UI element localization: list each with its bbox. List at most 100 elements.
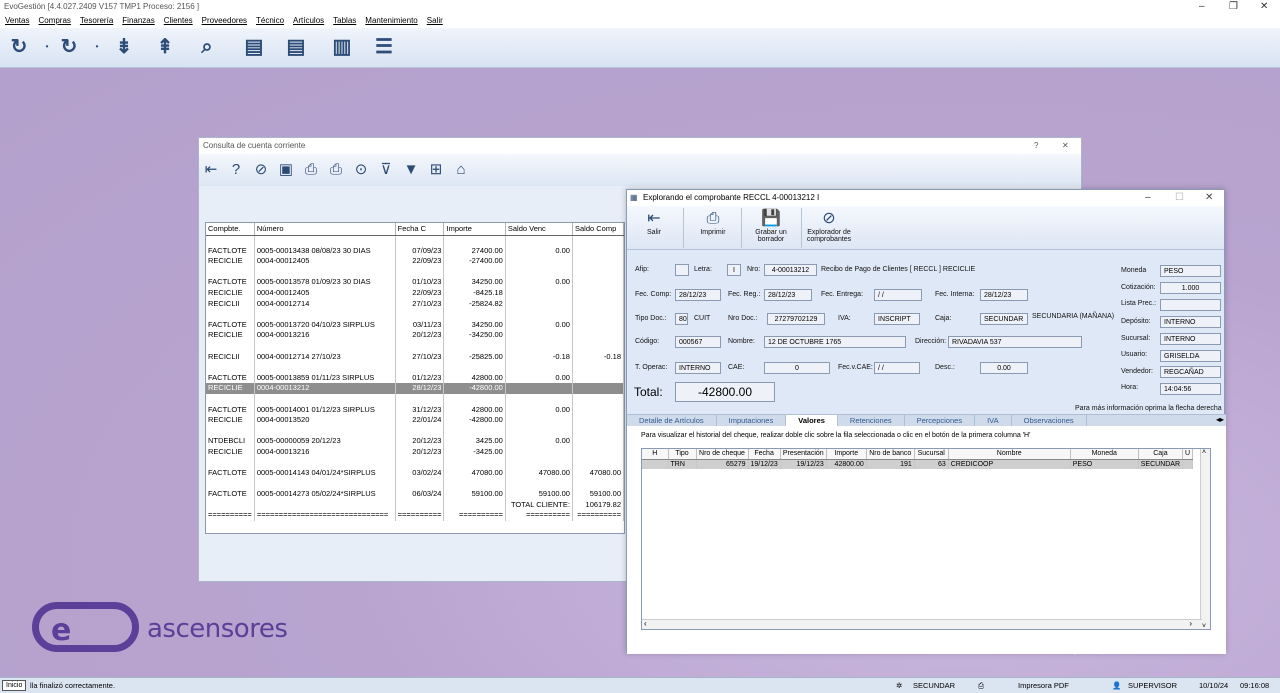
table-row[interactable] — [206, 457, 624, 469]
usuario-field[interactable]: GRISELDA — [1160, 350, 1221, 362]
caja-field[interactable]: SECUNDAR — [980, 313, 1028, 325]
start-button[interactable]: Inicio — [2, 680, 27, 691]
menu-compras[interactable]: Compras — [38, 13, 70, 28]
grid-icon[interactable]: ⊞ — [427, 161, 445, 179]
explor-minimize-icon[interactable]: – — [1145, 190, 1151, 206]
export-icon[interactable]: ⇞ — [154, 36, 176, 58]
help-icon[interactable]: ? — [1034, 138, 1038, 154]
table-row[interactable]: FACTLOTE 0005-00013438 08/08/23 30 DIAS 07… — [206, 245, 624, 257]
menu-tesoreria[interactable]: Tesorería — [80, 13, 113, 28]
valores-column-header[interactable]: Nro de banco — [866, 449, 915, 460]
menu-tecnico[interactable]: Técnico — [256, 13, 284, 28]
sucursal-field[interactable]: INTERNO — [1160, 333, 1221, 345]
table-row[interactable]: RECICLIE 0004-00012405 22/09/23 -8425.18 — [206, 287, 624, 299]
supplier-doc-icon[interactable]: ▤ — [285, 36, 307, 58]
table-row[interactable]: RECICLIE 0004-00012405 22/09/23 -27400.00 — [206, 256, 624, 267]
cotizacion-field[interactable]: 1.000 — [1160, 282, 1221, 294]
search-icon[interactable]: ⊙ — [352, 161, 370, 179]
nro-doc-field[interactable]: 27279702129 — [767, 313, 825, 325]
consulta-close-icon[interactable]: ✕ — [1062, 138, 1069, 154]
refresh-icon[interactable]: ↻ — [8, 36, 30, 58]
tab-valores[interactable]: Valores — [786, 415, 838, 426]
table-row[interactable]: FACTLOTE 0005-00014143 04/01/24*SIRPLUS 03… — [206, 468, 624, 479]
afip-field[interactable] — [675, 264, 689, 276]
tab-observaciones[interactable]: Observaciones — [1012, 415, 1087, 426]
valores-column-header[interactable]: Tipo — [668, 449, 697, 460]
table-row[interactable] — [206, 478, 624, 490]
valores-column-header[interactable]: Sucursal — [914, 449, 949, 460]
search-document-icon[interactable]: ⌕ — [196, 36, 218, 58]
tab-percepciones[interactable]: Percepciones — [905, 415, 976, 426]
valores-column-header[interactable]: U — [1182, 449, 1194, 460]
table-row[interactable] — [206, 309, 624, 320]
fec-interna-field[interactable]: 28/12/23 — [980, 289, 1028, 301]
table-row[interactable]: RECICLII 0004-00012714 27/10/23 27/10/23 -2… — [206, 351, 624, 363]
print-icon[interactable]: ⎙ — [302, 161, 320, 179]
exit-icon[interactable]: ⇤ — [202, 161, 220, 179]
menu-salir[interactable]: Salir — [427, 13, 443, 28]
valores-horizontal-scrollbar[interactable]: ‹ › — [642, 619, 1202, 629]
table-row[interactable]: NTDEBCLI 0005-00000059 20/12/23 20/12/23 34… — [206, 436, 624, 447]
compass-icon[interactable]: ⊘ — [252, 161, 270, 179]
lista-prec-field[interactable] — [1160, 299, 1221, 311]
table-row[interactable] — [206, 340, 624, 352]
column-header[interactable]: Saldo Comp — [572, 223, 624, 236]
valores-row[interactable]: TRN 65279 19/12/23 19/12/23 42800.00 191 63 CRE… — [642, 459, 1194, 469]
tab-detalle-articulos[interactable]: Detalle de Artículos — [627, 415, 717, 426]
table-row[interactable]: RECICLIE 0004-00013216 20/12/23 -34250.00 — [206, 330, 624, 341]
direccion-field[interactable]: RIVADAVIA 537 — [948, 336, 1082, 348]
column-header[interactable]: Compbte. — [206, 223, 255, 236]
valores-column-header[interactable]: Nombre — [948, 449, 1071, 460]
column-header[interactable]: Saldo Venc — [505, 223, 573, 236]
valores-column-header[interactable]: Moneda — [1070, 449, 1139, 460]
table-row[interactable]: FACTLOTE 0005-00013720 04/10/23 SIRPLUS 03… — [206, 319, 624, 331]
explor-close-icon[interactable]: ✕ — [1205, 190, 1213, 206]
refresh-alt-icon[interactable]: ↻ — [58, 36, 80, 58]
scroll-up-icon[interactable]: ˄ — [1202, 449, 1206, 456]
fec-reg-field[interactable]: 28/12/23 — [764, 289, 812, 301]
t-operac-field[interactable]: INTERNO — [675, 362, 721, 374]
client-doc-icon[interactable]: ▤ — [243, 36, 265, 58]
minimize-icon[interactable]: – — [1199, 0, 1205, 13]
scroll-right-icon[interactable]: › — [1189, 619, 1192, 628]
valores-column-header[interactable]: Nro de cheque — [696, 449, 749, 460]
tab-iva[interactable]: IVA — [975, 415, 1012, 426]
valores-column-header[interactable]: Presentación — [780, 449, 827, 460]
letra-field[interactable]: I — [727, 264, 741, 276]
menu-clientes[interactable]: Clientes — [164, 13, 193, 28]
moneda-field[interactable]: PESO — [1160, 265, 1221, 277]
nombre-field[interactable]: 12 DE OCTUBRE 1765 — [764, 336, 906, 348]
valores-column-header[interactable]: H — [642, 449, 669, 460]
table-row[interactable]: ========== ==============================… — [206, 510, 624, 522]
table-row[interactable]: RECICLIE 0004-00013216 20/12/23 -3425.00 — [206, 446, 624, 458]
salir-button[interactable]: ⇤ Salir — [643, 209, 665, 236]
import-icon[interactable]: ⇟ — [113, 36, 135, 58]
vendedor-field[interactable]: REGCAÑAD — [1160, 366, 1221, 378]
dropdown-icon[interactable]: • — [36, 36, 58, 58]
table-row[interactable]: FACTLOTE 0005-00013578 01/09/23 30 DIAS 01… — [206, 277, 624, 288]
table-row[interactable]: FACTLOTE 0005-00014273 05/02/24*SIRPLUS 06… — [206, 489, 624, 500]
codigo-field[interactable]: 000567 — [675, 336, 721, 348]
fec-comp-field[interactable]: 28/12/23 — [675, 289, 721, 301]
vertical-scrollbar[interactable]: ˄ ˅ — [1200, 449, 1210, 629]
table-row[interactable] — [206, 362, 624, 373]
iva-field[interactable]: INSCRIPT — [874, 313, 920, 325]
list-icon[interactable]: ☰ — [373, 36, 395, 58]
deposito-field[interactable]: INTERNO — [1160, 316, 1221, 328]
menu-mantenimiento[interactable]: Mantenimiento — [365, 13, 417, 28]
tab-scroll-icon[interactable]: ◂▸ — [1216, 415, 1224, 424]
scroll-down-icon[interactable]: ˅ — [1202, 623, 1206, 629]
valores-column-header[interactable]: Fecha — [748, 449, 781, 460]
table-row[interactable]: RECICLII 0004-00012714 27/10/23 -25824.82 — [206, 298, 624, 310]
explorador-button[interactable]: ⊘ Explorador de comprobantes — [803, 209, 855, 243]
column-header[interactable]: Número — [254, 223, 396, 236]
table-row[interactable]: RECICLIE 0004-00013520 22/01/24 -42800.00 — [206, 415, 624, 426]
menu-proveedores[interactable]: Proveedores — [202, 13, 247, 28]
menu-ventas[interactable]: Ventas — [5, 13, 29, 28]
fec-entrega-field[interactable]: / / — [874, 289, 922, 301]
help-circle-icon[interactable]: ? — [227, 161, 245, 179]
filter-icon[interactable]: ⊽ — [377, 161, 395, 179]
table-row[interactable]: RECICLIE 0004-00013212 28/12/23 -42800.00 — [206, 383, 624, 394]
print-alt-icon[interactable]: ⎙ — [327, 161, 345, 179]
graduation-icon[interactable]: ⌂ — [452, 161, 470, 179]
